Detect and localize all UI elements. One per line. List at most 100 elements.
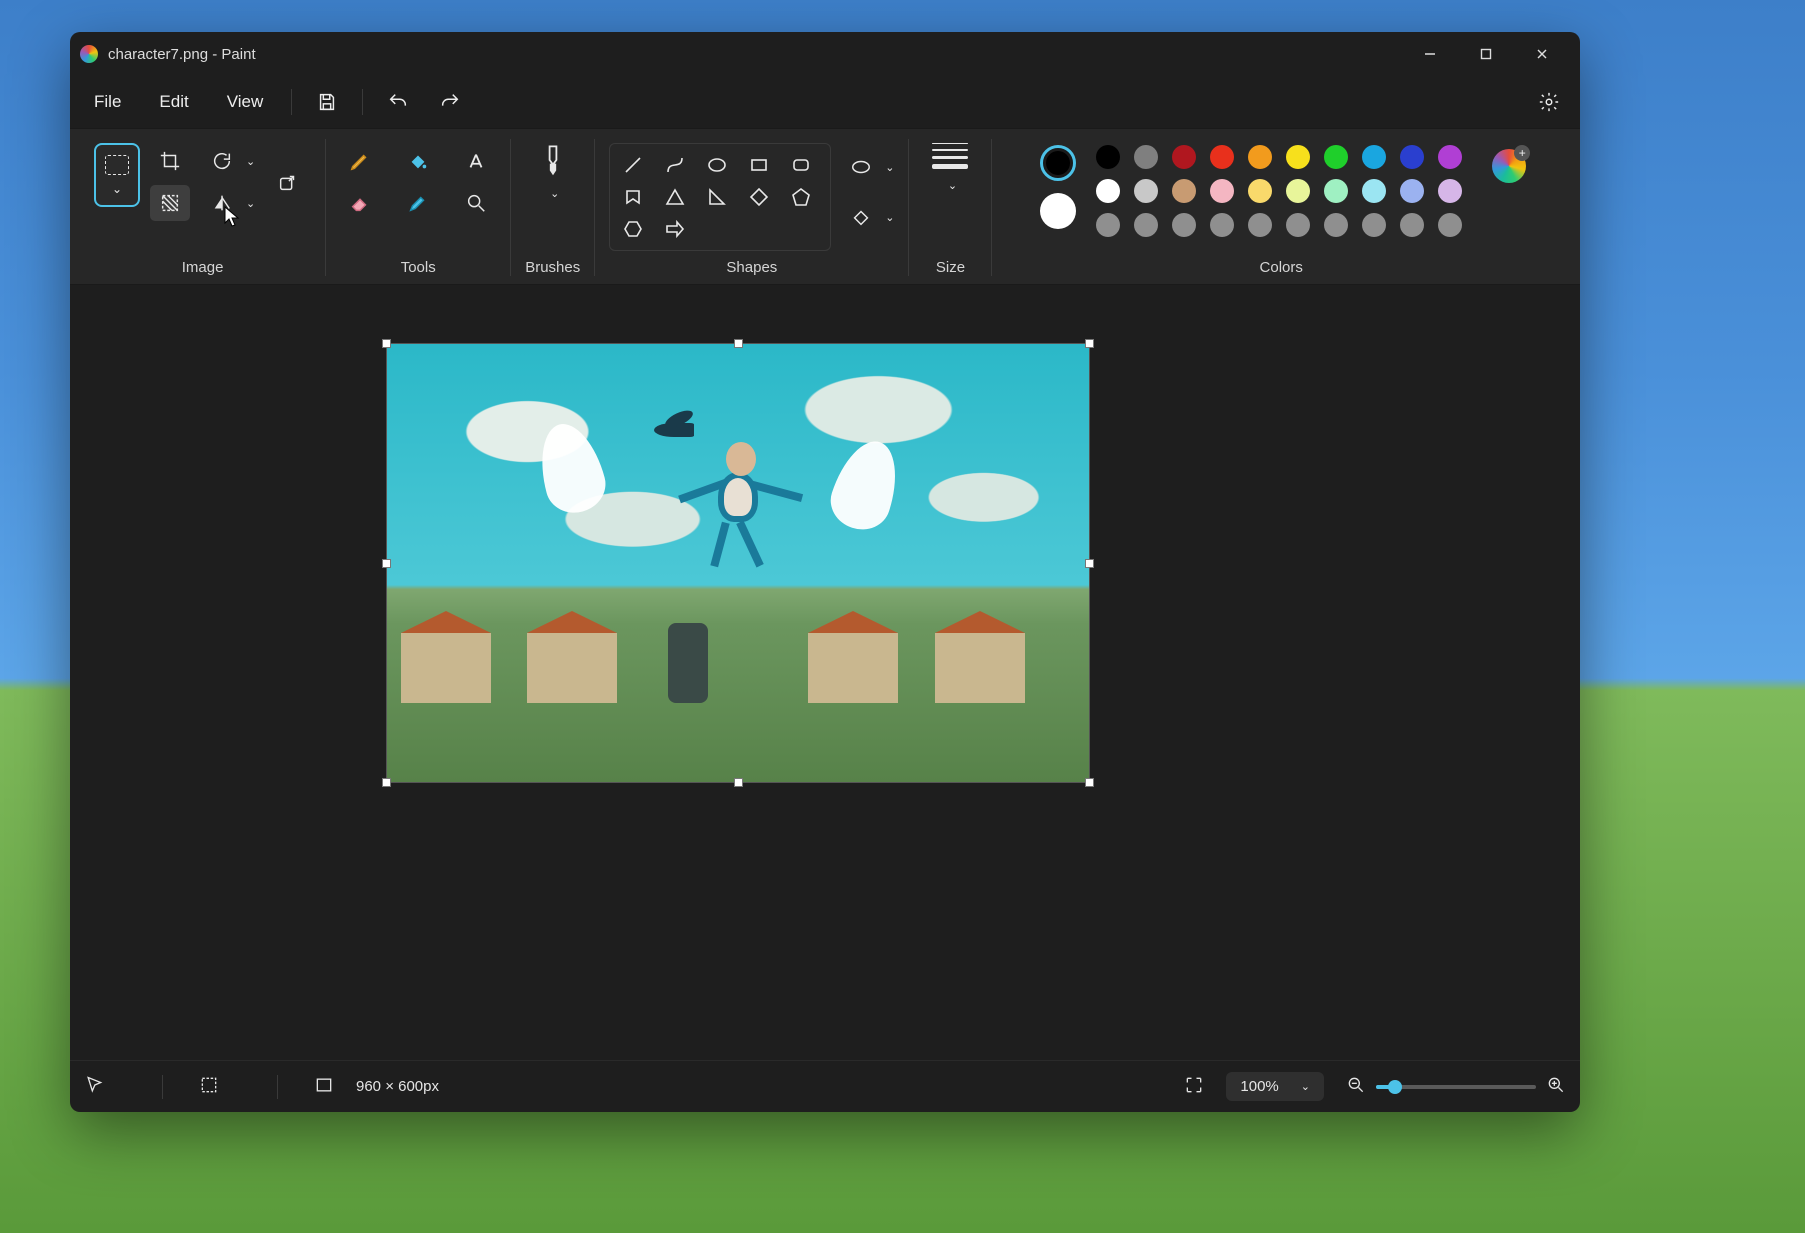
rotate-button[interactable] — [202, 143, 242, 179]
shape-fill-button[interactable] — [841, 199, 881, 235]
resize-handle[interactable] — [734, 339, 743, 348]
color-swatch[interactable] — [1400, 213, 1424, 237]
shape-rounded-rectangle-icon[interactable] — [790, 154, 812, 176]
fit-to-window-button[interactable] — [1184, 1075, 1204, 1099]
zoom-slider[interactable] — [1376, 1085, 1536, 1089]
color-swatch[interactable] — [1286, 145, 1310, 169]
color-swatch[interactable] — [1248, 145, 1272, 169]
canvas-area[interactable] — [70, 285, 1580, 1060]
minimize-button[interactable] — [1402, 32, 1458, 76]
color-swatch[interactable] — [1248, 213, 1272, 237]
color-swatch[interactable] — [1438, 145, 1462, 169]
color-picker-tool-button[interactable] — [398, 185, 438, 221]
color-swatch[interactable] — [1096, 145, 1120, 169]
resize-handle[interactable] — [1085, 559, 1094, 568]
chevron-down-icon: ⌄ — [1301, 1080, 1310, 1093]
ribbon-group-colors: Colors — [991, 139, 1570, 276]
app-icon — [80, 45, 98, 63]
resize-handle[interactable] — [382, 778, 391, 787]
edit-colors-button[interactable] — [1492, 149, 1526, 183]
transparent-selection-button[interactable] — [150, 185, 190, 221]
shape-pentagon-icon[interactable] — [790, 186, 812, 208]
resize-handle[interactable] — [382, 559, 391, 568]
color-swatch[interactable] — [1324, 213, 1348, 237]
pencil-tool-button[interactable] — [340, 143, 380, 179]
fill-tool-button[interactable] — [398, 143, 438, 179]
menu-edit[interactable]: Edit — [143, 84, 204, 120]
shape-polygon-icon[interactable] — [622, 186, 644, 208]
magnifier-tool-button[interactable] — [456, 185, 496, 221]
size-dropdown[interactable]: ⌄ — [923, 143, 977, 192]
canvas-image — [387, 344, 1089, 782]
color-swatch[interactable] — [1324, 179, 1348, 203]
settings-button[interactable] — [1526, 82, 1572, 122]
color2-swatch[interactable] — [1040, 193, 1076, 229]
color-swatch[interactable] — [1134, 179, 1158, 203]
resize-button[interactable] — [265, 159, 311, 205]
color-swatch[interactable] — [1172, 213, 1196, 237]
resize-handle[interactable] — [734, 778, 743, 787]
text-tool-button[interactable] — [456, 143, 496, 179]
color-swatch[interactable] — [1362, 179, 1386, 203]
chevron-down-icon[interactable]: ⌄ — [885, 161, 894, 174]
color-swatch[interactable] — [1096, 179, 1120, 203]
color-swatch[interactable] — [1172, 179, 1196, 203]
brushes-dropdown[interactable]: ⌄ — [526, 143, 580, 200]
slider-thumb[interactable] — [1388, 1080, 1402, 1094]
color-swatch[interactable] — [1286, 179, 1310, 203]
color-swatch[interactable] — [1210, 213, 1234, 237]
chevron-down-icon: ⌄ — [948, 179, 957, 192]
resize-handle[interactable] — [1085, 339, 1094, 348]
zoom-in-button[interactable] — [1546, 1075, 1566, 1099]
resize-handle[interactable] — [1085, 778, 1094, 787]
shape-right-triangle-icon[interactable] — [706, 186, 728, 208]
zoom-out-button[interactable] — [1346, 1075, 1366, 1099]
close-button[interactable] — [1514, 32, 1570, 76]
save-button[interactable] — [304, 82, 350, 122]
menu-file[interactable]: File — [78, 84, 137, 120]
maximize-button[interactable] — [1458, 32, 1514, 76]
shapes-gallery[interactable] — [609, 143, 831, 251]
zoom-level-dropdown[interactable]: 100% ⌄ — [1226, 1072, 1324, 1101]
chevron-down-icon[interactable]: ⌄ — [246, 197, 255, 210]
color-swatch[interactable] — [1438, 179, 1462, 203]
color-swatch[interactable] — [1286, 213, 1310, 237]
chevron-down-icon[interactable]: ⌄ — [246, 155, 255, 168]
ribbon: ⌄ ⌄ — [70, 128, 1580, 285]
color-swatch[interactable] — [1210, 179, 1234, 203]
shape-diamond-icon[interactable] — [748, 186, 770, 208]
chevron-down-icon[interactable]: ⌄ — [885, 211, 894, 224]
color-swatch[interactable] — [1438, 213, 1462, 237]
shape-curve-icon[interactable] — [664, 154, 686, 176]
resize-handle[interactable] — [382, 339, 391, 348]
undo-button[interactable] — [375, 82, 421, 122]
titlebar[interactable]: character7.png - Paint — [70, 32, 1580, 76]
color-swatch[interactable] — [1172, 145, 1196, 169]
crop-button[interactable] — [150, 143, 190, 179]
redo-button[interactable] — [427, 82, 473, 122]
color-swatch[interactable] — [1362, 145, 1386, 169]
color-swatch[interactable] — [1324, 145, 1348, 169]
group-label-image: Image — [182, 259, 224, 276]
select-tool-button[interactable]: ⌄ — [94, 143, 140, 207]
shape-arrow-right-icon[interactable] — [664, 218, 686, 240]
shape-oval-icon[interactable] — [706, 154, 728, 176]
color1-swatch[interactable] — [1040, 145, 1076, 181]
shape-triangle-icon[interactable] — [664, 186, 686, 208]
eraser-tool-button[interactable] — [340, 185, 380, 221]
color-swatch[interactable] — [1134, 145, 1158, 169]
color-swatch[interactable] — [1362, 213, 1386, 237]
color-swatch[interactable] — [1210, 145, 1234, 169]
color-swatch[interactable] — [1248, 179, 1272, 203]
color-swatch[interactable] — [1096, 213, 1120, 237]
shape-hexagon-icon[interactable] — [622, 218, 644, 240]
canvas[interactable] — [386, 343, 1090, 783]
selection-size-icon — [199, 1075, 219, 1099]
color-swatch[interactable] — [1400, 145, 1424, 169]
menu-view[interactable]: View — [211, 84, 280, 120]
shape-rectangle-icon[interactable] — [748, 154, 770, 176]
color-swatch[interactable] — [1400, 179, 1424, 203]
shape-line-icon[interactable] — [622, 154, 644, 176]
shape-outline-button[interactable] — [841, 149, 881, 185]
color-swatch[interactable] — [1134, 213, 1158, 237]
